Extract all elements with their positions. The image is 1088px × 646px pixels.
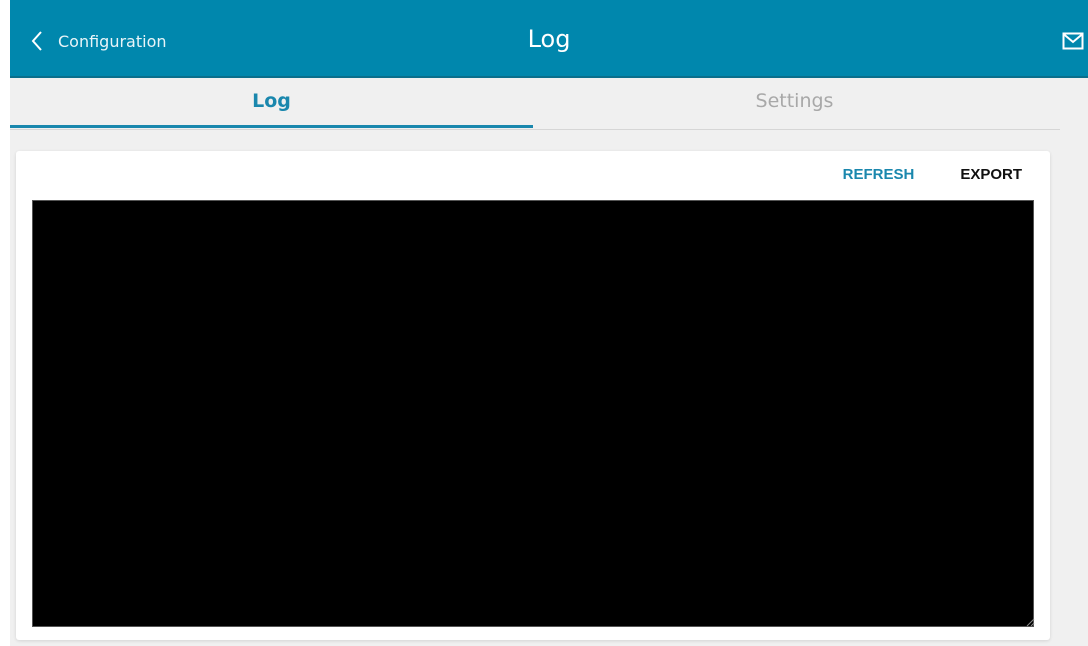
page: Configuration Log Log Settings REFRESH E…: [10, 0, 1088, 646]
log-textarea[interactable]: [32, 200, 1034, 627]
tab-settings[interactable]: Settings: [533, 80, 1056, 130]
left-edge: [0, 0, 10, 646]
log-actions: REFRESH EXPORT: [843, 166, 1022, 183]
page-title: Log: [527, 25, 571, 53]
header-bar: Configuration Log: [10, 0, 1088, 78]
tab-bar: Log Settings: [10, 80, 1060, 130]
tab-log[interactable]: Log: [10, 80, 533, 128]
mail-icon[interactable]: [1062, 32, 1084, 50]
export-button[interactable]: EXPORT: [960, 166, 1022, 183]
refresh-button[interactable]: REFRESH: [843, 166, 915, 183]
log-card: REFRESH EXPORT: [16, 151, 1050, 640]
resize-handle-icon[interactable]: [1026, 618, 1035, 627]
